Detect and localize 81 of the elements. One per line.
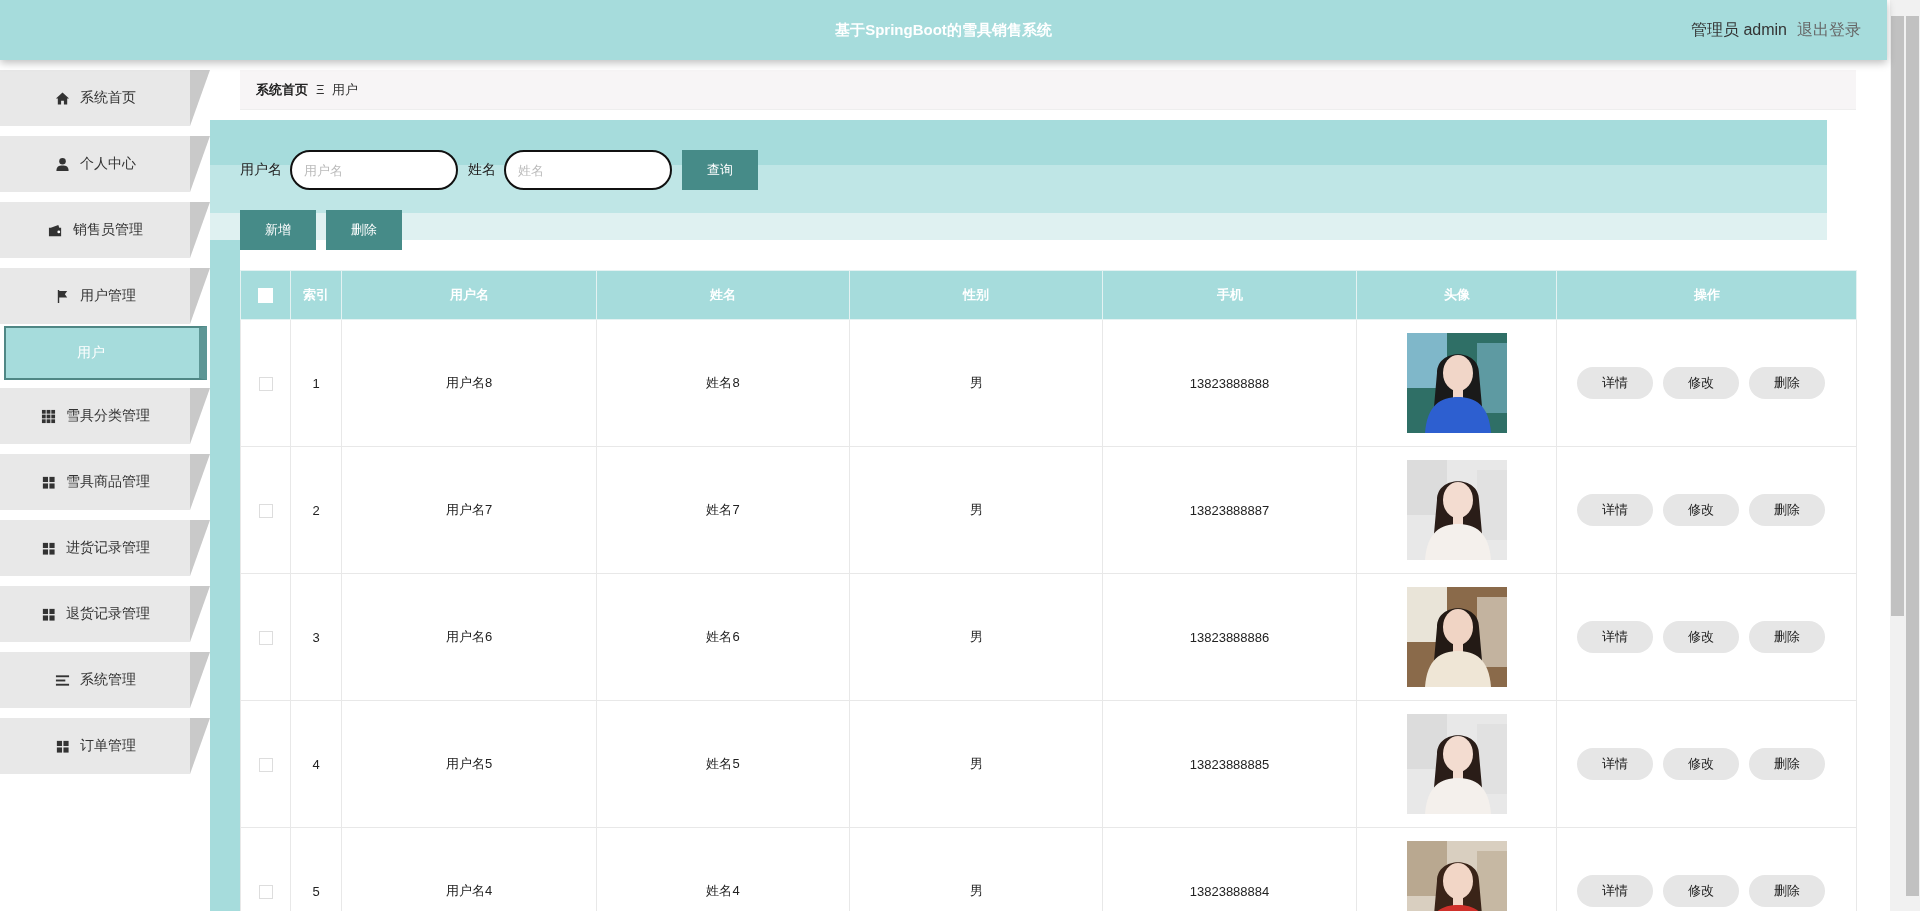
row-checkbox[interactable] <box>258 884 273 899</box>
table-cell: 姓名7 <box>596 446 850 574</box>
sidebar-item[interactable]: 订单管理 <box>0 718 210 774</box>
table-cell: 男 <box>849 700 1103 828</box>
table-cell: 用户名6 <box>341 573 597 701</box>
action-button[interactable]: 新增 <box>240 210 316 250</box>
app-title: 基于SpringBoot的雪具销售系统 <box>835 20 1052 40</box>
grid-icon <box>40 408 56 424</box>
grid-icon <box>40 540 56 556</box>
table-cell: 4 <box>290 700 342 828</box>
row-action-button[interactable]: 详情 <box>1577 875 1653 907</box>
table-cell: 男 <box>849 319 1103 447</box>
sidebar-item[interactable]: 销售员管理 <box>0 202 210 258</box>
column-header: 姓名 <box>596 270 850 320</box>
table-cell: 3 <box>290 573 342 701</box>
row-action-button[interactable]: 详情 <box>1577 748 1653 780</box>
home-icon <box>54 90 70 106</box>
sidebar-item[interactable]: 进货记录管理 <box>0 520 210 576</box>
sidebar-item[interactable]: 雪具分类管理 <box>0 388 210 444</box>
table-cell: 13823888887 <box>1102 446 1357 574</box>
row-action-button[interactable]: 删除 <box>1749 875 1825 907</box>
row-action-button[interactable]: 修改 <box>1663 494 1739 526</box>
search-field[interactable]: 用户名 <box>290 150 458 190</box>
table-cell: 用户名7 <box>341 446 597 574</box>
row-action-button[interactable]: 删除 <box>1749 494 1825 526</box>
grid-icon <box>54 738 70 754</box>
row-action-button[interactable]: 删除 <box>1749 748 1825 780</box>
row-action-button[interactable]: 详情 <box>1577 494 1653 526</box>
table-cell: 用户名8 <box>341 319 597 447</box>
column-header: 头像 <box>1356 270 1557 320</box>
grid-icon <box>40 474 56 490</box>
grid-icon <box>40 606 56 622</box>
sidebar-item[interactable]: 系统管理 <box>0 652 210 708</box>
row-checkbox[interactable] <box>258 757 273 772</box>
sidebar-item[interactable]: 个人中心 <box>0 136 210 192</box>
column-header: 手机 <box>1102 270 1357 320</box>
user-label: 管理员 admin <box>1690 19 1787 40</box>
search-field[interactable]: 姓名 <box>504 150 672 190</box>
sidebar-item[interactable]: 系统首页 <box>0 70 210 126</box>
table-cell: 男 <box>849 446 1103 574</box>
column-header: 性别 <box>849 270 1103 320</box>
breadcrumb-separator: Ξ <box>316 82 325 97</box>
row-action-button[interactable]: 详情 <box>1577 367 1653 399</box>
table-cell: 1 <box>290 319 342 447</box>
field-label: 姓名 <box>468 161 496 179</box>
table-cell: 姓名8 <box>596 319 850 447</box>
row-action-button[interactable]: 修改 <box>1663 367 1739 399</box>
sidebar-item[interactable]: 用户管理 <box>0 268 210 324</box>
row-action-button[interactable]: 删除 <box>1749 621 1825 653</box>
row-action-button[interactable]: 删除 <box>1749 367 1825 399</box>
row-checkbox[interactable] <box>258 630 273 645</box>
table-cell: 用户名5 <box>341 700 597 828</box>
row-action-button[interactable]: 修改 <box>1663 875 1739 907</box>
sidebar-item[interactable]: 雪具商品管理 <box>0 454 210 510</box>
table-cell: 13823888885 <box>1102 700 1357 828</box>
table-cell: 2 <box>290 446 342 574</box>
breadcrumb-link[interactable]: 系统首页 <box>256 80 308 99</box>
row-action-button[interactable]: 详情 <box>1577 621 1653 653</box>
sidebar-item[interactable]: 退货记录管理 <box>0 586 210 642</box>
row-action-button[interactable]: 修改 <box>1663 621 1739 653</box>
select-all-checkbox[interactable] <box>258 288 273 304</box>
column-header: 用户名 <box>341 270 597 320</box>
search-button[interactable]: 查询 <box>682 150 758 190</box>
table-cell: 13823888888 <box>1102 319 1357 447</box>
column-header: 操作 <box>1556 270 1857 320</box>
action-button[interactable]: 删除 <box>326 210 402 250</box>
menu-icon <box>54 672 70 688</box>
table-cell: 姓名5 <box>596 700 850 828</box>
table-cell: 男 <box>849 573 1103 701</box>
scrollbar[interactable] <box>1890 0 1920 911</box>
user-icon <box>54 156 70 172</box>
table-cell: 13823888886 <box>1102 573 1357 701</box>
row-checkbox[interactable] <box>258 503 273 518</box>
breadcrumb-link[interactable]: 用户 <box>332 80 359 99</box>
column-header: 索引 <box>290 270 342 320</box>
wallet-icon <box>47 222 63 238</box>
table-cell: 姓名6 <box>596 573 850 701</box>
row-action-button[interactable]: 修改 <box>1663 748 1739 780</box>
field-label: 用户名 <box>240 161 282 179</box>
row-checkbox[interactable] <box>258 376 273 391</box>
logout-link[interactable]: 退出登录 <box>1797 19 1861 41</box>
